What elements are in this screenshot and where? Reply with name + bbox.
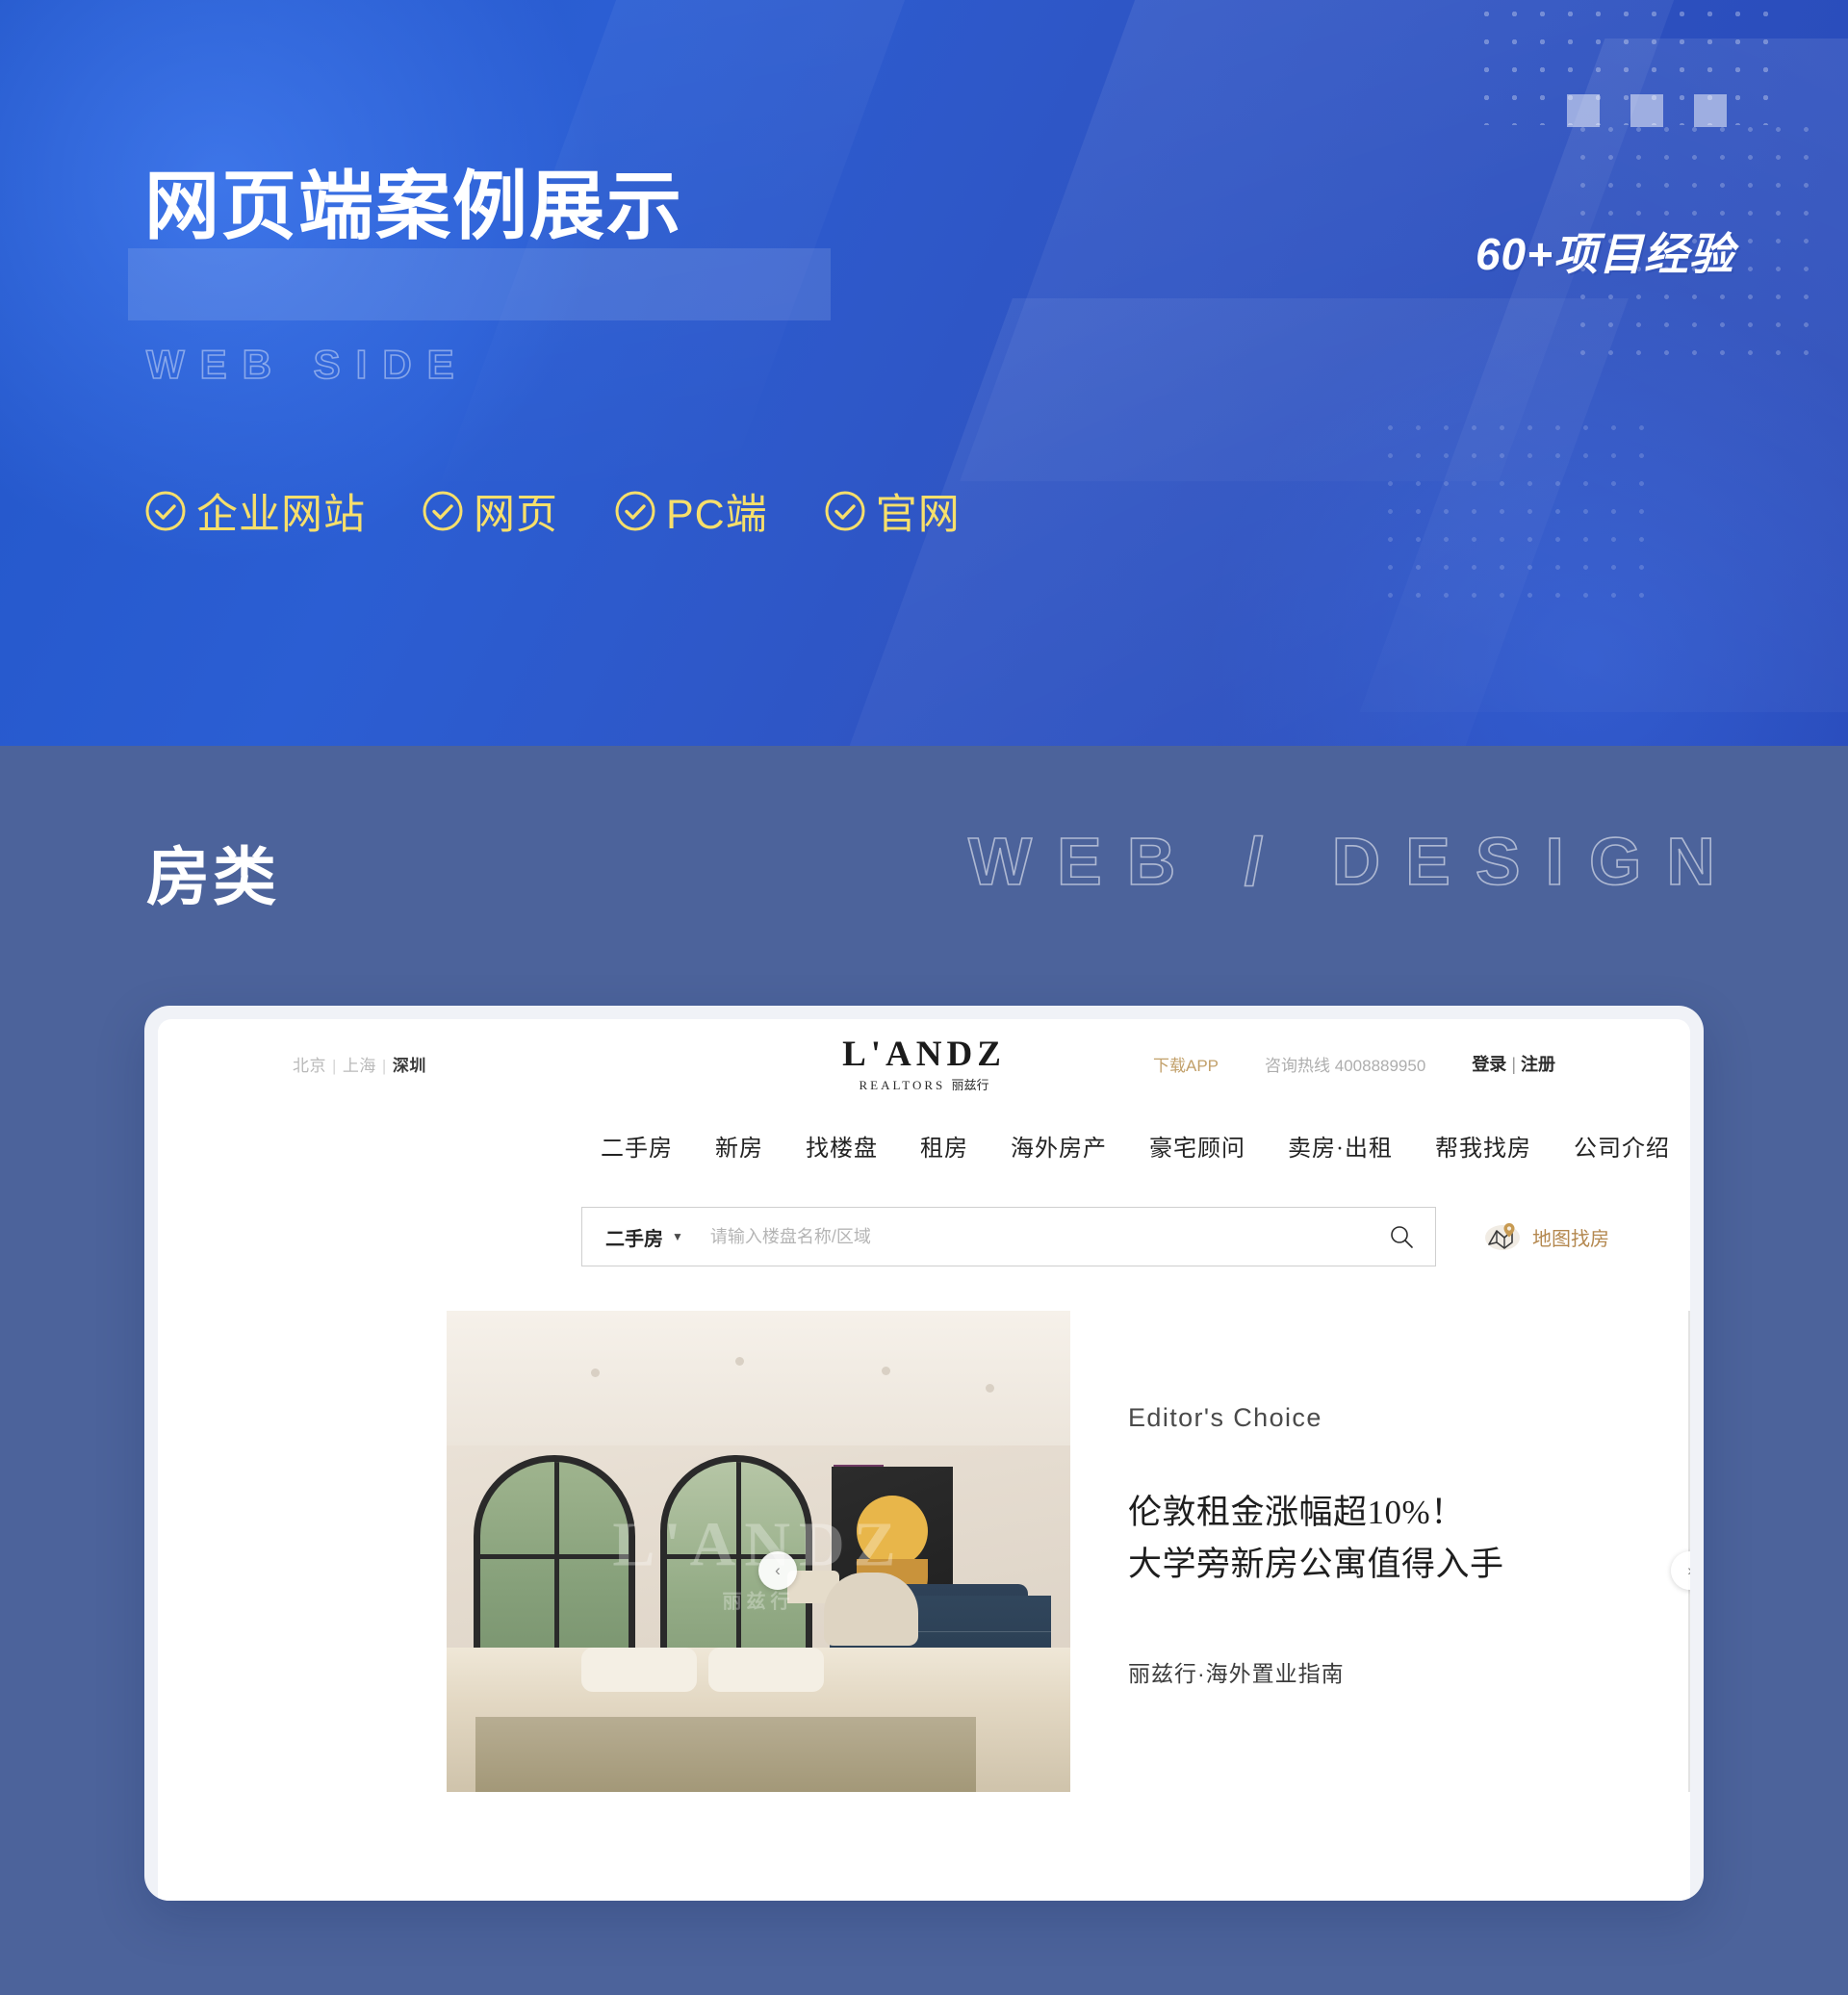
nav-item-haozhaiguwen[interactable]: 豪宅顾问 <box>1149 1129 1245 1163</box>
carousel-eyebrow: Editor's Choice <box>1128 1403 1322 1432</box>
logo-tagline-cn: 丽兹行 <box>951 1077 989 1092</box>
city-separator: | <box>381 1056 387 1075</box>
magnifier-icon[interactable] <box>1389 1224 1414 1249</box>
website-preview: 北京 | 上海 | 深圳 L'ANDZ REALTORS 丽兹行 下载APP 咨询热线 … <box>158 1019 1690 1901</box>
login-link[interactable]: 登录 <box>1472 1055 1506 1074</box>
feature-label: PC端 <box>666 492 768 538</box>
search-box[interactable]: 二手房 ▼ <box>581 1207 1436 1266</box>
carousel-image: L'ANDZ 丽兹行 ‹ <box>447 1311 1070 1792</box>
square-accents <box>1567 94 1727 127</box>
carousel-headline-line-2: 大学旁新房公寓值得入手 <box>1128 1546 1504 1584</box>
chevron-down-icon: ▼ <box>672 1230 683 1243</box>
search-type-dropdown[interactable]: 二手房 ▼ <box>605 1223 683 1251</box>
city-shanghai[interactable]: 上海 <box>343 1057 376 1075</box>
hero-carousel: L'ANDZ 丽兹行 ‹ Editor's Choice 伦敦租金涨幅超10%！… <box>158 1311 1690 1792</box>
photo-ceiling <box>447 1311 1070 1445</box>
map-search-label: 地图找房 <box>1532 1228 1609 1250</box>
feature-item-official-site: 官网 <box>824 481 961 541</box>
site-logo[interactable]: L'ANDZ REALTORS 丽兹行 <box>842 1036 1006 1091</box>
photo-ceiling-light <box>882 1367 890 1375</box>
hero-section: 网页端案例展示 WEB SIDE 60+项目经验 企业网站 网页 PC端 官网 <box>0 0 1848 746</box>
showcase-section: 房类 WEB / DESIGN 北京 | 上海 | 深圳 L'ANDZ REALTORS… <box>0 746 1848 1995</box>
map-search-link[interactable]: 地图找房 <box>1484 1221 1609 1252</box>
download-app-link[interactable]: 下载APP <box>1153 1052 1219 1076</box>
city-separator: | <box>332 1056 337 1075</box>
hero-title: 网页端案例展示 <box>144 164 684 248</box>
feature-item-pc: PC端 <box>614 481 768 541</box>
feature-label: 官网 <box>875 492 961 538</box>
square-accent <box>1694 94 1727 127</box>
city-selector[interactable]: 北京 | 上海 | 深圳 <box>293 1052 426 1076</box>
hero-feature-list: 企业网站 网页 PC端 官网 <box>144 481 961 541</box>
nav-item-maifangchuzu[interactable]: 卖房·出租 <box>1288 1129 1393 1163</box>
site-navigation: 二手房 新房 找楼盘 租房 海外房产 豪宅顾问 卖房·出租 帮我找房 公司介绍 <box>158 1108 1690 1163</box>
carousel-text-panel: Editor's Choice 伦敦租金涨幅超10%！ 大学旁新房公寓值得入手 … <box>1070 1311 1690 1792</box>
carousel-prev-button[interactable]: ‹ <box>758 1551 797 1590</box>
logo-tagline-en: REALTORS <box>859 1077 946 1092</box>
nav-item-zhaoloupan[interactable]: 找楼盘 <box>806 1129 878 1163</box>
browser-mockup: 北京 | 上海 | 深圳 L'ANDZ REALTORS 丽兹行 下载APP 咨询热线 … <box>144 1006 1704 1901</box>
experience-badge: 60+项目经验 <box>1475 229 1734 279</box>
check-circle-icon <box>615 491 655 531</box>
map-pin-icon <box>1485 1223 1520 1250</box>
nav-item-ershoufang[interactable]: 二手房 <box>601 1129 673 1163</box>
photo-pillow <box>581 1648 697 1692</box>
auth-links[interactable]: 登录 | 注册 <box>1472 1051 1555 1076</box>
photo-blanket <box>475 1717 976 1792</box>
register-link[interactable]: 注册 <box>1521 1055 1555 1074</box>
check-circle-icon <box>825 491 865 531</box>
auth-separator: | <box>1511 1055 1516 1074</box>
photo-pillow <box>708 1648 824 1692</box>
photo-ceiling-light <box>986 1384 994 1393</box>
check-circle-icon <box>145 491 186 531</box>
square-accent <box>1567 94 1600 127</box>
hero-title-highlight-band <box>128 248 831 320</box>
nav-item-bangwozhaofang[interactable]: 帮我找房 <box>1435 1129 1531 1163</box>
search-input[interactable] <box>709 1226 1389 1247</box>
logo-tagline: REALTORS 丽兹行 <box>842 1079 1006 1091</box>
site-topbar: 北京 | 上海 | 深圳 L'ANDZ REALTORS 丽兹行 下载APP 咨询热线 … <box>158 1019 1690 1108</box>
hero-panel-decor-b <box>1359 38 1848 712</box>
section-title: 房类 <box>146 841 279 912</box>
topbar-actions: 下载APP 咨询热线 4008889950 登录 | 注册 <box>1153 1051 1555 1076</box>
feature-item-webpage: 网页 <box>422 481 558 541</box>
nav-item-xinfang[interactable]: 新房 <box>715 1129 763 1163</box>
nav-item-gongsijieshao[interactable]: 公司介绍 <box>1574 1129 1670 1163</box>
square-accent <box>1630 94 1663 127</box>
photo-ceiling-light <box>591 1368 600 1377</box>
check-circle-icon <box>423 491 463 531</box>
feature-item-enterprise-site: 企业网站 <box>144 481 366 541</box>
carousel-headline-line-1: 伦敦租金涨幅超10%！ <box>1128 1494 1465 1531</box>
section-wordmark: WEB / DESIGN <box>967 823 1740 900</box>
search-type-value: 二手房 <box>605 1228 663 1250</box>
city-shenzhen[interactable]: 深圳 <box>393 1057 426 1075</box>
photo-ceiling-light <box>735 1357 744 1366</box>
photo-watermark: L'ANDZ 丽兹行 <box>612 1509 904 1614</box>
carousel-note: 丽兹行·海外置业指南 <box>1128 1661 1345 1686</box>
nav-item-haiwaifangchan[interactable]: 海外房产 <box>1011 1129 1107 1163</box>
nav-item-zufang[interactable]: 租房 <box>920 1129 968 1163</box>
carousel-headline: 伦敦租金涨幅超10%！ 大学旁新房公寓值得入手 <box>1128 1487 1690 1592</box>
city-beijing[interactable]: 北京 <box>293 1057 326 1075</box>
hero-subtitle: WEB SIDE <box>145 341 470 388</box>
logo-wordmark: L'ANDZ <box>842 1034 1006 1074</box>
hero-glow-decor-2 <box>1155 265 1848 746</box>
photo-watermark-sub: 丽兹行 <box>722 1591 795 1613</box>
hotline-text: 咨询热线 4008889950 <box>1265 1056 1426 1075</box>
feature-label: 企业网站 <box>196 492 366 538</box>
feature-label: 网页 <box>474 492 558 538</box>
dot-pattern-lower <box>1376 414 1665 616</box>
search-row: 二手房 ▼ 请输入楼盘名称/区域 地图找房 <box>158 1163 1690 1266</box>
